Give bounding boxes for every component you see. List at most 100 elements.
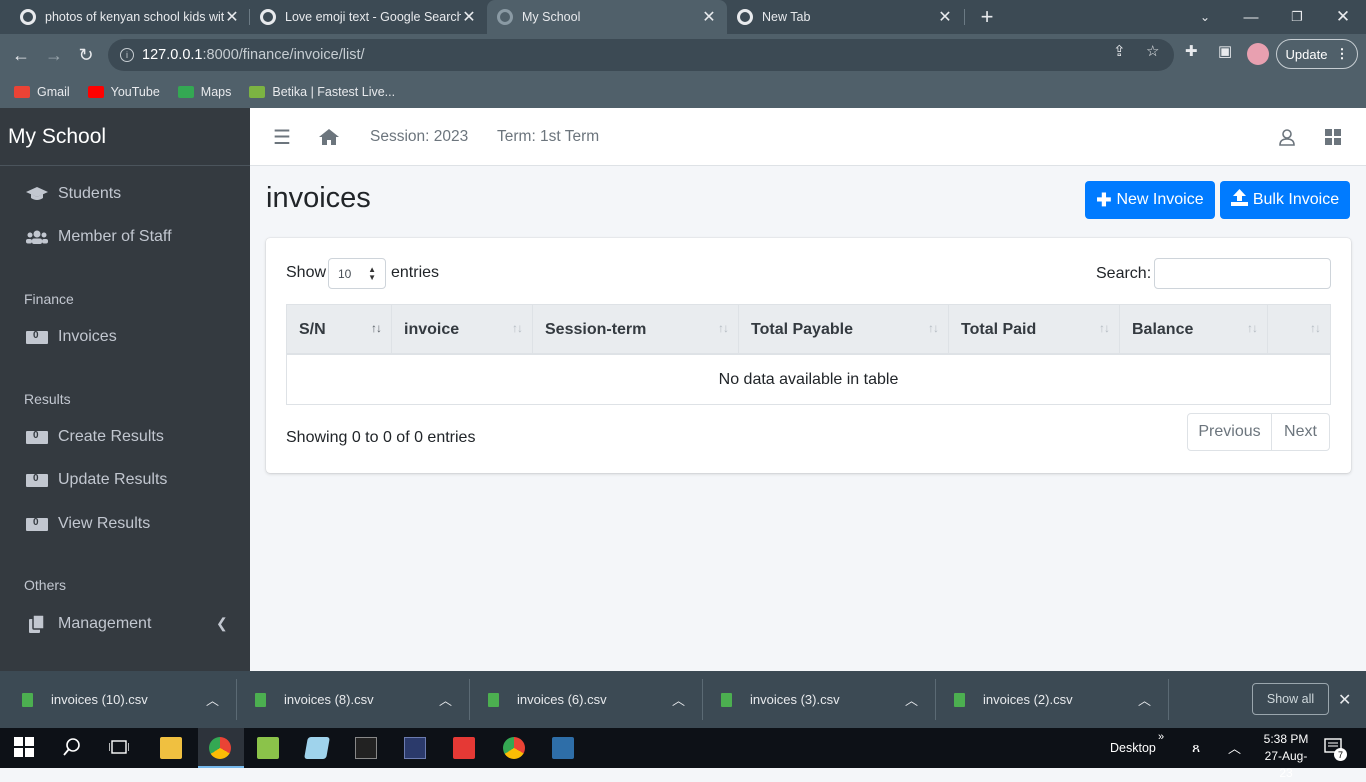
side-panel-icon[interactable]: ▣ [1218, 42, 1232, 60]
bookmark-youtube[interactable]: YouTube [87, 85, 160, 99]
brand-link[interactable]: My School [0, 108, 250, 166]
hamburger-menu-icon[interactable]: ☰ [273, 108, 291, 166]
sidebar-item-update-results[interactable]: Update Results [26, 471, 167, 489]
mysql-workbench-icon[interactable] [404, 737, 426, 759]
close-window-icon[interactable]: ✕ [1320, 0, 1366, 34]
windows-start-icon[interactable] [14, 737, 36, 759]
bookmark-label: Gmail [37, 85, 70, 99]
chevron-up-icon[interactable]: ︿ [905, 690, 918, 709]
tab-title: My School [522, 10, 581, 24]
code-editor-icon[interactable] [552, 737, 574, 759]
plus-icon: ✚ [1096, 189, 1112, 210]
close-icon[interactable]: ✕ [224, 7, 240, 27]
terminal-icon[interactable] [355, 737, 377, 759]
column-header-balance[interactable]: Balance ↑↓ [1120, 305, 1268, 354]
download-filename: invoices (2).csv [983, 692, 1073, 707]
chevron-up-icon[interactable]: ︿ [206, 690, 219, 709]
chevron-up-icon[interactable]: ︿ [672, 690, 685, 709]
download-item[interactable]: invoices (8).csv ︿ [255, 671, 469, 728]
apps-grid-icon[interactable] [1325, 108, 1341, 166]
people-icon[interactable]: ጸ [1192, 739, 1200, 756]
chrome-taskbar-button[interactable] [198, 728, 244, 768]
sidebar-item-create-results[interactable]: Create Results [26, 428, 164, 446]
chevron-left-icon: ❮ [216, 615, 228, 631]
bookmark-betika[interactable]: Betika | Fastest Live... [249, 85, 395, 99]
tab-title: photos of kenyan school kids wit [45, 10, 224, 24]
chevron-up-icon[interactable]: ︿ [1138, 690, 1151, 709]
entries-per-page-select[interactable]: 10 ▲ ▼ [328, 258, 386, 289]
new-invoice-button[interactable]: ✚ New Invoice [1085, 181, 1215, 219]
v-app-icon[interactable] [453, 737, 475, 759]
download-filename: invoices (10).csv [51, 692, 148, 707]
desktop-toolbar-label[interactable]: Desktop [1110, 741, 1156, 755]
new-tab-icon[interactable]: + [964, 0, 1010, 34]
column-header-sn[interactable]: S/N ↑↓ [287, 305, 392, 354]
show-hidden-icons-icon[interactable]: ︿ [1228, 738, 1241, 757]
reload-icon[interactable]: ↻ [73, 42, 99, 68]
profile-avatar[interactable] [1247, 43, 1269, 65]
bookmark-maps[interactable]: Maps [177, 85, 231, 99]
pagination: Previous Next [1187, 413, 1330, 451]
file-explorer-icon[interactable] [160, 737, 182, 759]
sidebar-item-member-of-staff[interactable]: Member of Staff [26, 228, 172, 246]
download-item[interactable]: invoices (6).csv ︿ [488, 671, 702, 728]
back-icon[interactable]: ← [8, 42, 34, 68]
money-bill-icon [26, 473, 48, 487]
download-item[interactable]: invoices (2).csv ︿ [954, 671, 1168, 728]
column-header-invoice[interactable]: invoice ↑↓ [392, 305, 533, 354]
forward-icon[interactable]: → [41, 42, 67, 68]
bookmark-star-icon[interactable]: ☆ [1146, 42, 1159, 60]
bulk-invoice-button[interactable]: Bulk Invoice [1220, 181, 1350, 219]
download-item[interactable]: invoices (3).csv ︿ [721, 671, 935, 728]
tab-my-school[interactable]: My School ✕ [487, 0, 727, 34]
search-input[interactable] [1154, 258, 1331, 289]
new-invoice-label: New Invoice [1116, 191, 1204, 208]
sidebar-item-view-results[interactable]: View Results [26, 515, 150, 533]
chevron-right-icon[interactable]: » [1158, 731, 1164, 743]
empty-message: No data available in table [718, 370, 899, 388]
close-icon[interactable]: ✕ [701, 7, 717, 27]
task-view-icon[interactable] [108, 737, 131, 759]
column-header-total-payable[interactable]: Total Payable ↑↓ [739, 305, 949, 354]
restore-icon[interactable]: ❐ [1274, 0, 1320, 34]
previous-page-button[interactable]: Previous [1188, 414, 1272, 450]
url-bar[interactable]: i 127.0.0.1:8000/finance/invoice/list/ [108, 39, 1174, 71]
term-label[interactable]: Term: 1st Term [497, 108, 599, 166]
sidebar-item-management[interactable]: Management ❮ [26, 615, 232, 633]
next-page-button[interactable]: Next [1272, 414, 1329, 450]
sidebar-item-students[interactable]: Students [26, 185, 121, 203]
share-icon[interactable]: ⇪ [1113, 42, 1126, 60]
notifications-icon[interactable]: 7 [1324, 738, 1347, 761]
more-menu-icon: ⋮ [1335, 46, 1349, 61]
sidebar-item-invoices[interactable]: Invoices [26, 328, 117, 346]
bookmark-gmail[interactable]: Gmail [14, 85, 70, 99]
search-icon[interactable] [62, 737, 84, 759]
minimize-icon[interactable]: — [1228, 0, 1274, 34]
notepad-icon[interactable] [304, 737, 330, 759]
close-icon[interactable]: ✕ [461, 7, 477, 27]
site-info-icon[interactable]: i [120, 48, 134, 62]
column-header-total-paid[interactable]: Total Paid ↑↓ [949, 305, 1120, 354]
tab-new-tab[interactable]: New Tab ✕ [727, 0, 963, 34]
close-icon[interactable]: ✕ [937, 7, 953, 27]
extensions-icon[interactable]: ✚ [1185, 42, 1198, 60]
nav-header-results: Results [24, 391, 71, 407]
column-header-session-term[interactable]: Session-term ↑↓ [533, 305, 739, 354]
maps-icon [177, 86, 194, 98]
clock[interactable]: 5:38 PM 27-Aug-23 [1260, 731, 1312, 782]
tab-photos[interactable]: photos of kenyan school kids wit ✕ [0, 0, 250, 34]
spreadsheet-app-icon[interactable] [257, 737, 279, 759]
column-header-actions[interactable]: ↑↓ [1268, 305, 1330, 354]
upload-icon [1230, 189, 1248, 211]
close-downloads-icon[interactable]: ✕ [1338, 671, 1351, 728]
show-all-downloads-button[interactable]: Show all [1252, 683, 1329, 715]
chevron-up-icon[interactable]: ︿ [439, 690, 452, 709]
session-label[interactable]: Session: 2023 [370, 108, 468, 166]
chrome-icon[interactable] [503, 737, 525, 759]
home-icon[interactable] [319, 108, 339, 166]
tab-search-icon[interactable]: ⌄ [1182, 0, 1228, 34]
tab-love-emoji[interactable]: Love emoji text - Google Search ✕ [250, 0, 487, 34]
update-button[interactable]: Update ⋮ [1276, 39, 1358, 69]
user-icon[interactable] [1279, 108, 1295, 166]
download-item[interactable]: invoices (10).csv ︿ [22, 671, 236, 728]
